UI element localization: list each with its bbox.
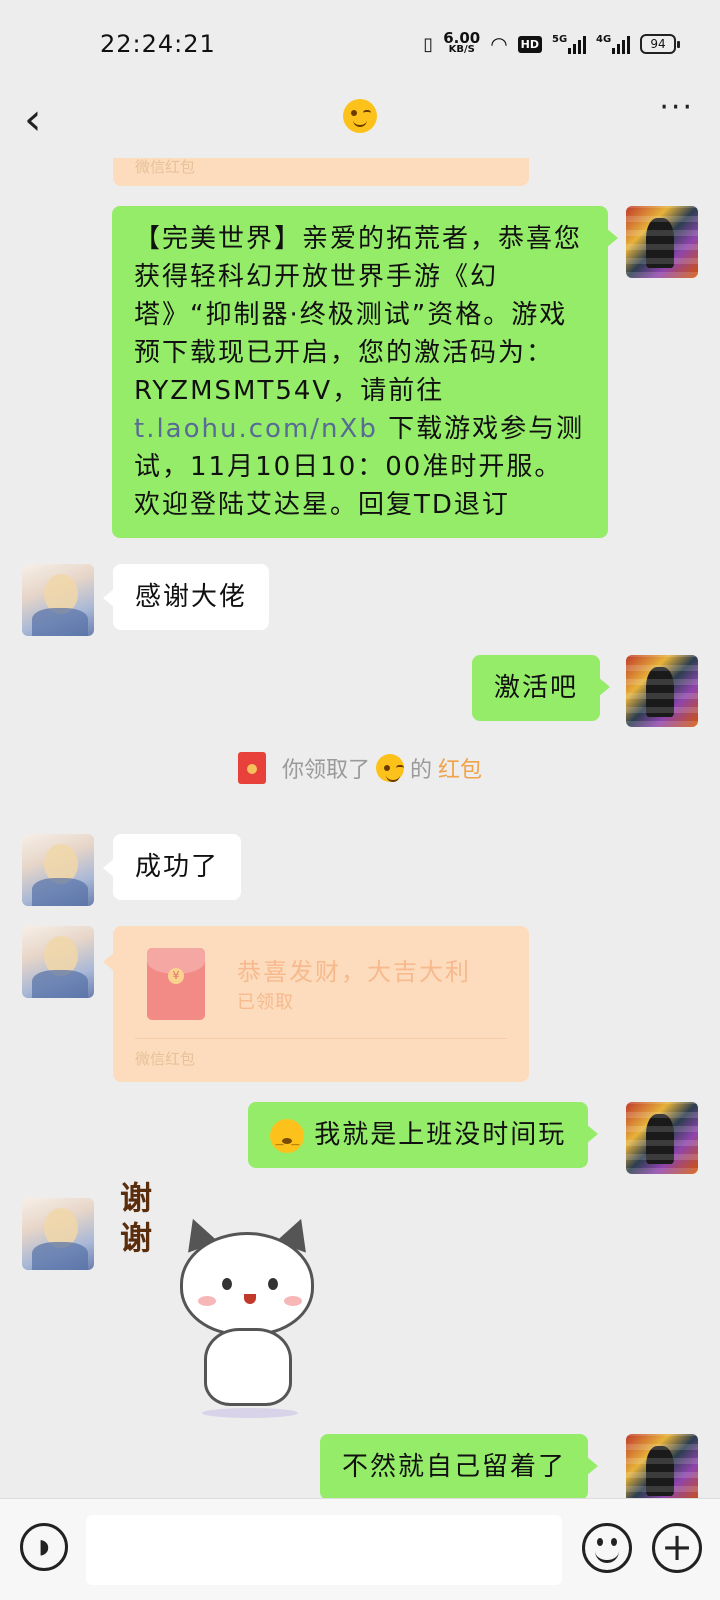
red-packet-footer: 微信红包 xyxy=(135,1050,196,1068)
message-bubble-other[interactable]: 成功了 xyxy=(102,834,242,900)
network-speed-unit: KB/S xyxy=(448,44,475,55)
message-list[interactable]: 微信红包 【完美世界】亲爱的拓荒者，恭喜您获得轻科幻开放世界手游《幻塔》“抑制器… xyxy=(0,158,720,1498)
avatar-self[interactable] xyxy=(626,1102,698,1174)
battery-icon: 94 xyxy=(640,34,680,54)
message-link[interactable]: t.laohu.com/nXb xyxy=(134,414,378,444)
signal-5g-icon: 5G xyxy=(552,34,586,54)
signal-4g-icon: 4G xyxy=(596,34,630,54)
avatar-self[interactable] xyxy=(626,1434,698,1498)
red-packet-notice: 你领取了 的 红包 xyxy=(0,752,720,784)
message-text: 【完美世界】亲爱的拓荒者，恭喜您获得轻科幻开放世界手游《幻塔》“抑制器·终极测试… xyxy=(134,224,583,406)
cat-body xyxy=(204,1328,292,1406)
message-text: 感谢大佬 xyxy=(135,582,248,612)
red-envelope-icon xyxy=(147,948,205,1020)
message-input[interactable] xyxy=(86,1515,562,1585)
clock: 22:24:21 xyxy=(100,30,216,58)
cat-eye xyxy=(268,1278,278,1290)
sticker-text: 谢谢 xyxy=(120,1179,153,1257)
status-icons: ▯ 6.00 KB/S ◠ HD 5G 4G 94 xyxy=(423,29,680,56)
avatar-contact[interactable] xyxy=(22,564,94,636)
red-packet-status: 已领取 xyxy=(237,992,294,1013)
cat-head xyxy=(180,1232,314,1336)
red-packet-link[interactable]: 红包 xyxy=(438,752,482,784)
message-text: 成功了 xyxy=(135,852,220,882)
cat-blush xyxy=(198,1296,216,1306)
red-packet-divider xyxy=(135,1038,507,1039)
red-packet-partial[interactable]: 微信红包 xyxy=(113,158,529,186)
chat-header: ‹ ··· xyxy=(0,90,720,158)
cat-eye xyxy=(222,1278,232,1290)
message-text: 不然就自己留着了 xyxy=(342,1452,567,1482)
red-packet-icon xyxy=(237,752,266,784)
red-packet-footer: 微信红包 xyxy=(135,158,196,176)
message-text: 激活吧 xyxy=(494,673,579,703)
hd-icon: HD xyxy=(517,35,542,53)
vibrate-icon: ▯ xyxy=(423,33,434,55)
chat-title xyxy=(0,94,720,134)
plus-icon[interactable]: + xyxy=(652,1523,702,1573)
avatar-contact[interactable] xyxy=(22,926,94,998)
avatar-self[interactable] xyxy=(626,655,698,727)
message-bubble-other[interactable]: 感谢大佬 xyxy=(102,564,270,630)
cat-thanks-sticker[interactable]: 谢谢 xyxy=(112,1178,332,1418)
avatar-contact[interactable] xyxy=(22,1198,94,1270)
avatar-contact[interactable] xyxy=(22,834,94,906)
status-bar: 22:24:21 ▯ 6.00 KB/S ◠ HD 5G 4G 94 xyxy=(0,0,720,90)
message-text: 我就是上班没时间玩 xyxy=(314,1120,567,1150)
voice-input-icon[interactable]: ◗ xyxy=(20,1523,68,1571)
network-speed: 6.00 KB/S xyxy=(443,29,481,56)
wifi-icon: ◠ xyxy=(490,32,508,56)
message-bubble-self[interactable]: 【完美世界】亲爱的拓荒者，恭喜您获得轻科幻开放世界手游《幻塔》“抑制器·终极测试… xyxy=(112,206,618,538)
network-speed-value: 6.00 xyxy=(443,29,481,47)
signal-4g-label: 4G xyxy=(596,34,612,45)
notice-text: 你领取了 xyxy=(281,758,370,783)
avatar-self[interactable] xyxy=(626,206,698,278)
emoji-picker-icon[interactable] xyxy=(582,1523,632,1573)
message-bubble-self[interactable]: 不然就自己留着了 xyxy=(320,1434,599,1498)
cat-blush xyxy=(284,1296,302,1306)
wink-emoji-icon xyxy=(343,98,377,133)
input-bar: ◗ + xyxy=(0,1498,720,1600)
red-packet-title: 恭喜发财，大吉大利 xyxy=(237,958,471,986)
message-bubble-self[interactable]: 激活吧 xyxy=(472,655,611,721)
hushed-emoji-icon xyxy=(270,1118,304,1164)
cat-shadow xyxy=(202,1408,298,1418)
more-options-icon[interactable]: ··· xyxy=(659,90,694,125)
notice-text: 的 xyxy=(409,758,432,783)
message-bubble-self[interactable]: 我就是上班没时间玩 xyxy=(248,1102,599,1168)
wink-emoji-icon xyxy=(375,754,404,782)
signal-5g-label: 5G xyxy=(552,34,568,45)
red-packet-message[interactable]: 恭喜发财，大吉大利 已领取 微信红包 xyxy=(103,926,529,1082)
